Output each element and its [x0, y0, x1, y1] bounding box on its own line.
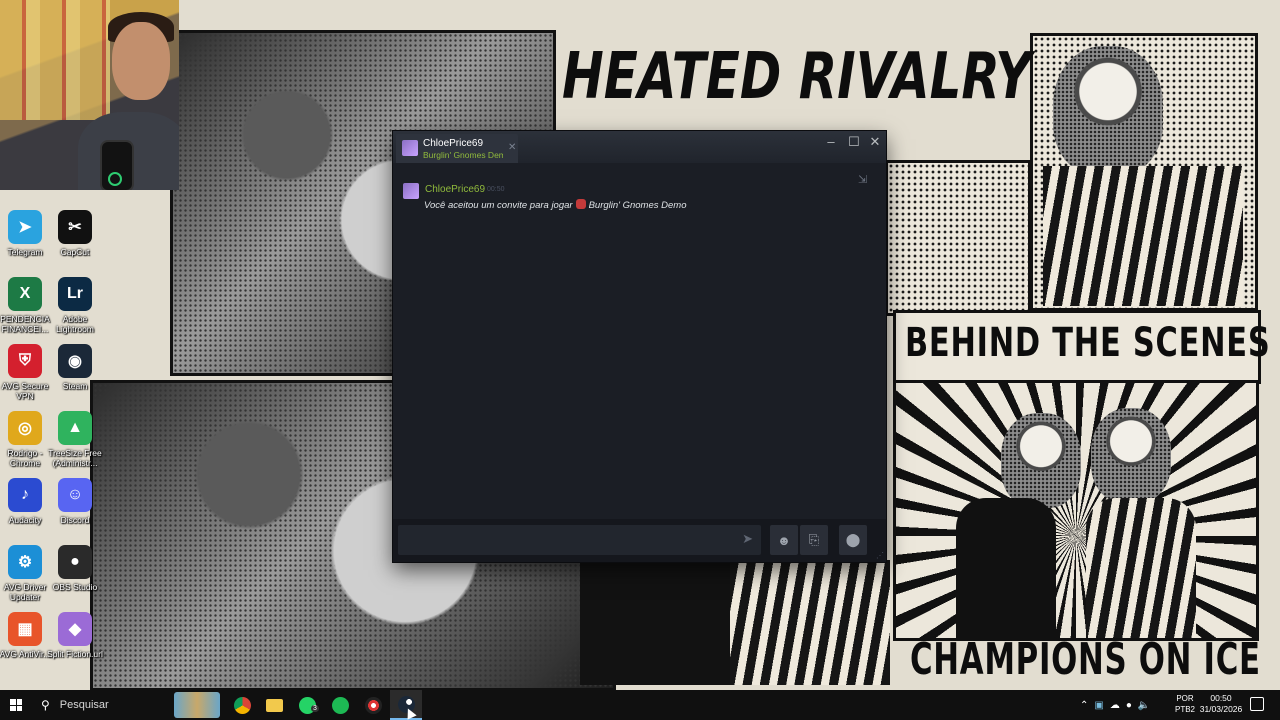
keyboard-layout: PTB2	[1174, 705, 1195, 714]
chat-composer: ➤ ☻ ⎘ ⬤ ⋰	[393, 519, 886, 562]
excel-icon: X	[8, 277, 42, 311]
invite-text: Você aceitou um convite para jogar	[424, 200, 573, 211]
wallpaper-headline-bottom: CHAMPIONS ON ICE	[910, 634, 1261, 685]
search-icon: ⚲	[41, 698, 50, 712]
obs-icon: ●	[58, 545, 92, 579]
input-language[interactable]: POR PTB2	[1174, 693, 1196, 715]
maximize-icon[interactable]: ☐	[844, 134, 864, 150]
whatsapp-badge: 3	[311, 705, 319, 712]
discord-icon: ☺	[58, 478, 92, 512]
clock-time: 00:50	[1210, 693, 1232, 703]
capcut-icon: ✂	[58, 210, 92, 244]
desktop-icon-treesize[interactable]: ▲ TreeSize Free (Administr...	[45, 411, 105, 468]
message-avatar	[403, 183, 419, 199]
taskbar-chrome[interactable]	[226, 690, 258, 720]
chat-tab[interactable]: ChloePrice69 Burglin' Gnomes Demo ✕	[396, 134, 518, 163]
telegram-icon: ➤	[8, 210, 42, 244]
attach-button[interactable]: ⎘	[800, 525, 828, 555]
search-placeholder: Pesquisar	[59, 699, 109, 711]
chat-tab-name: ChloePrice69	[423, 138, 484, 149]
desktop-icon-label: Adobe Lightroom	[56, 314, 94, 334]
resize-grip-icon[interactable]: ⋰	[876, 551, 884, 560]
wallpaper-dark-panel	[580, 560, 890, 685]
chevron-up-icon[interactable]: ⌃	[1080, 700, 1088, 711]
chat-history[interactable]: ⇲ ChloePrice69 00:50 Você aceitou um con…	[393, 163, 886, 519]
chat-tab-status: Burglin' Gnomes Demo	[423, 150, 503, 160]
desktop-icon-label: OBS Studio	[52, 582, 98, 592]
desktop-icon-label: Discord	[60, 515, 90, 525]
close-tab-icon[interactable]: ✕	[508, 142, 516, 153]
taskbar-whatsapp[interactable]: 3	[291, 690, 323, 720]
chrome-icon	[233, 696, 251, 714]
message-text: Você aceitou um convite para jogar Burgli…	[424, 199, 687, 211]
invite-game-name[interactable]: Burglin' Gnomes Demo	[589, 200, 687, 211]
desktop-icon-label: CapCut	[60, 247, 90, 257]
notification-icon[interactable]	[1250, 697, 1264, 711]
wallpaper-headline-top: HEATED RIVALRY	[562, 40, 1032, 114]
desktop-icon-discord[interactable]: ☺ Discord	[45, 478, 105, 525]
steam-chat-window: ChloePrice69 Burglin' Gnomes Demo ✕ – ☐ …	[393, 131, 886, 562]
desktop-icon-obs[interactable]: ● OBS Studio	[45, 545, 105, 592]
microphone-icon[interactable]: ●	[1126, 700, 1132, 711]
clock-date: 31/03/2026	[1199, 704, 1243, 714]
system-tray: ⌃ ▣ ☁ ● 🔈	[1080, 690, 1150, 720]
steam-icon: ◉	[58, 344, 92, 378]
pin-icon[interactable]: ⇲	[858, 173, 867, 186]
desktop-icon-label: Steam	[62, 381, 88, 391]
wallpaper-dot-panel	[885, 160, 1031, 316]
language-code: POR	[1176, 694, 1194, 703]
close-icon[interactable]: ✕	[865, 134, 885, 150]
desktop-icon-capcut[interactable]: ✂ CapCut	[45, 210, 105, 257]
taskbar: ⚲ Pesquisar 3 ⌃ ▣ ☁ ● 🔈 POR PTB2 00:50 3…	[0, 690, 1280, 720]
volume-icon[interactable]: 🔈	[1138, 700, 1150, 711]
avg-driver-icon: ⚙	[8, 545, 42, 579]
chat-title-bar[interactable]: ChloePrice69 Burglin' Gnomes Demo ✕ – ☐ …	[393, 131, 886, 163]
windows-icon	[10, 699, 22, 711]
wallpaper-headline-mid: BEHIND THE SCENES	[905, 320, 1271, 366]
avg-vpn-icon: ⛨	[8, 344, 42, 378]
obs-icon	[364, 696, 382, 714]
voice-button[interactable]: ⬤	[839, 525, 867, 555]
wallpaper-photo-bottom-right	[893, 380, 1259, 641]
desktop-icon-label: Split Fiction.url	[47, 649, 103, 659]
news-widget[interactable]	[174, 692, 220, 718]
desktop-icon-lightroom[interactable]: Lr Adobe Lightroom	[45, 277, 105, 334]
tray-app-icon[interactable]: ▣	[1094, 700, 1103, 711]
taskbar-obs[interactable]	[357, 690, 389, 720]
audacity-icon: ♪	[8, 478, 42, 512]
message-author[interactable]: ChloePrice69	[425, 184, 485, 195]
avg-antivirus-icon: ▦	[8, 612, 42, 646]
desktop-icon-split-fiction[interactable]: ◆ Split Fiction.url	[45, 612, 105, 659]
split-fiction-icon: ◆	[58, 612, 92, 646]
chrome-icon: ◎	[8, 411, 42, 445]
treesize-icon: ▲	[58, 411, 92, 445]
taskbar-file-explorer[interactable]	[258, 690, 290, 720]
taskbar-spotify[interactable]	[324, 690, 356, 720]
game-icon	[575, 199, 586, 209]
desktop-icon-label: TreeSize Free (Administr...	[48, 448, 102, 468]
taskbar-search[interactable]: ⚲ Pesquisar	[33, 690, 170, 720]
start-button[interactable]	[0, 690, 32, 720]
send-icon[interactable]: ➤	[742, 531, 753, 547]
emoticon-button[interactable]: ☻	[770, 525, 798, 555]
spotify-icon	[331, 696, 349, 714]
onedrive-icon[interactable]: ☁	[1110, 700, 1120, 711]
minimize-icon[interactable]: –	[821, 134, 841, 149]
friend-avatar	[402, 140, 418, 156]
clock[interactable]: 00:50 31/03/2026	[1198, 693, 1244, 715]
lightroom-icon: Lr	[58, 277, 92, 311]
message-input[interactable]: ➤	[398, 525, 761, 555]
desktop-icon-steam[interactable]: ◉ Steam	[45, 344, 105, 391]
wallpaper-photo-top-right	[1030, 33, 1258, 311]
message-timestamp: 00:50	[487, 186, 505, 193]
folder-icon	[265, 698, 283, 712]
webcam-overlay	[0, 0, 179, 190]
